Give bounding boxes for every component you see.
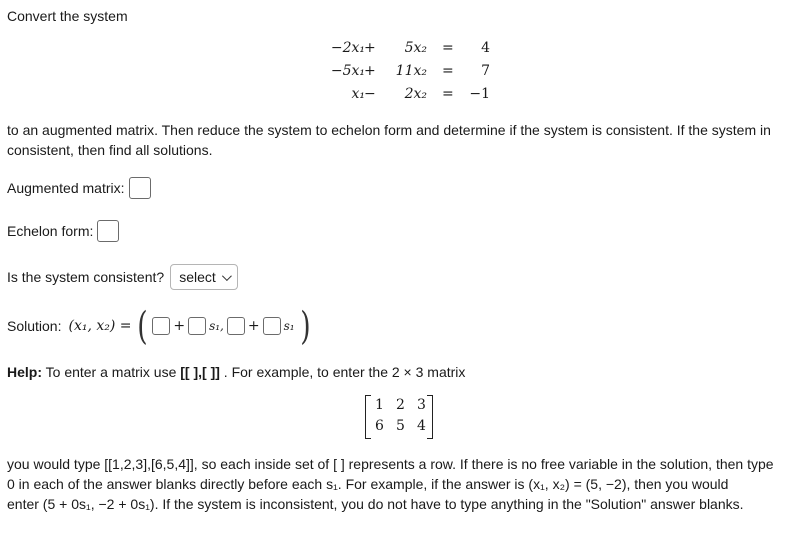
eq3-equals: = [442,86,454,102]
eq2-equals: = [442,63,454,79]
help-text1: To enter a matrix use [42,364,181,380]
eq1-term2: 5x₂ [404,40,427,56]
equation-system: −2x₁ + 5x₂ = 4 −5x₁ + 11x₂ = 7 x₁ − 2x₂ … [300,38,500,108]
eq1-rhs: 4 [481,40,490,56]
augmented-matrix-input[interactable] [128,177,151,199]
help-code: [[ ],[ ]] [180,364,220,380]
eq1-term1: −2x₁ [330,40,365,56]
augmented-matrix-row: Augmented matrix: [7,177,151,199]
footer-line3: enter (5 + 0s₁, −2 + 0s₁). If the system… [7,496,744,512]
chevron-down-icon [221,270,232,281]
eq3-rhs: −1 [469,86,490,102]
eq3-term1: x₁ [351,86,365,102]
solution-lhs: (x₁, x₂) = [68,318,132,334]
eq3-op: − [364,86,376,102]
solution-x2-coefficient-input[interactable] [262,317,281,335]
help-line: Help: To enter a matrix use [[ ],[ ]] . … [7,364,465,380]
intro-text: Convert the system [7,8,128,24]
matrix-cell: 1 [375,397,384,413]
eq2-term2: 11x₂ [395,63,427,79]
echelon-form-input[interactable] [97,220,120,242]
solution-x1-coefficient-input[interactable] [188,317,207,335]
s1-label: s₁, [209,319,224,333]
eq1-equals: = [442,40,454,56]
plus-sign: + [173,318,186,334]
eq2-term1: −5x₁ [330,63,365,79]
eq2-rhs: 7 [481,63,490,79]
consistent-row: Is the system consistent? select [7,264,238,290]
echelon-form-row: Echelon form: [7,220,120,242]
matrix-cell: 2 [396,397,405,413]
matrix-cell: 3 [417,397,426,413]
s1-label: s₁ [283,319,295,333]
matrix-cell: 5 [396,418,405,434]
left-paren: ( [136,304,148,348]
right-paren: ) [299,304,311,348]
echelon-form-label: Echelon form: [7,223,94,239]
eq1-op: + [364,40,376,56]
eq2-op: + [364,63,376,79]
matrix-cell: 6 [375,418,384,434]
solution-row: Solution: (x₁, x₂) = ( + s₁, + s₁ ) [7,306,312,346]
consistent-select[interactable]: select [170,264,238,290]
eq3-term2: 2x₂ [404,86,427,102]
solution-x2-constant-input[interactable] [226,317,245,335]
instructions-text: to an augmented matrix. Then reduce the … [7,122,771,158]
help-text2: . For example, to enter the 2 × 3 matrix [219,364,466,380]
consistent-label: Is the system consistent? [7,269,165,285]
augmented-matrix-label: Augmented matrix: [7,180,125,196]
footer-line1: you would type [[1,2,3],[6,5,4]], so eac… [7,456,774,472]
footer-help: you would type [[1,2,3],[6,5,4]], so eac… [7,454,802,514]
consistent-select-value: select [179,269,216,285]
footer-line2: 0 in each of the answer blanks directly … [7,476,729,492]
matrix-cell: 4 [417,418,426,434]
solution-label: Solution: [7,318,62,334]
help-bold: Help: [7,364,42,380]
example-matrix: 1 2 3 6 5 4 [365,395,433,439]
solution-x1-constant-input[interactable] [152,317,171,335]
plus-sign: + [247,318,260,334]
